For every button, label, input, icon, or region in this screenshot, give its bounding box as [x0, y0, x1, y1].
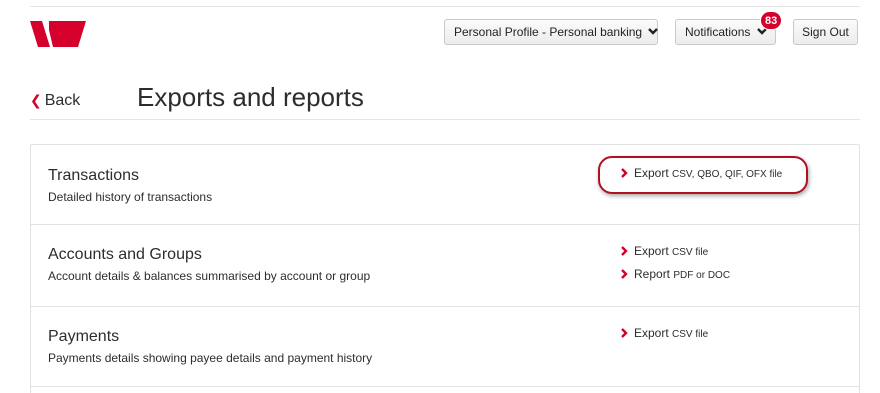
section-title: Transactions	[48, 167, 139, 184]
link-action: Export	[634, 244, 669, 258]
profile-dropdown-button[interactable]: Personal Profile - Personal banking	[444, 19, 659, 45]
link-action: Export	[634, 326, 669, 340]
link-action: Report	[634, 267, 671, 281]
section-title: Payments	[48, 328, 120, 345]
logo-icon	[30, 21, 86, 47]
title-divider	[30, 119, 860, 120]
report-accounts-link[interactable]: Report PDF or DOC	[621, 267, 730, 281]
section-title: Accounts and Groups	[48, 246, 202, 263]
chevron-right-icon	[621, 327, 628, 338]
export-accounts-link[interactable]: Export CSV file	[621, 244, 708, 258]
section-transactions: Transactions Detailed history of transac…	[31, 145, 859, 225]
notifications-label: Notifications	[685, 25, 751, 39]
section-partial	[31, 387, 859, 393]
link-formats: PDF or DOC	[673, 270, 731, 281]
section-accounts-and-groups: Accounts and Groups Account details & ba…	[31, 225, 859, 307]
link-formats: CSV file	[672, 247, 709, 258]
sign-out-button[interactable]: Sign Out	[793, 19, 858, 45]
profile-label: Personal Profile - Personal banking	[454, 25, 643, 39]
chevron-right-icon	[621, 268, 628, 279]
link-formats: CSV file	[672, 329, 709, 340]
section-description: Payments details showing payee details a…	[48, 351, 373, 365]
exports-panel: Transactions Detailed history of transac…	[30, 144, 860, 393]
section-description: Account details & balances summarised by…	[48, 269, 371, 283]
top-divider	[30, 6, 860, 7]
brand-logo[interactable]	[30, 21, 94, 47]
chevron-left-icon: ❮	[30, 92, 42, 108]
section-payments: Payments Payments details showing payee …	[31, 307, 859, 387]
back-link[interactable]: ❮ Back	[30, 92, 80, 110]
page-title: Exports and reports	[137, 82, 364, 112]
highlight-annotation	[598, 156, 808, 194]
export-payments-link[interactable]: Export CSV file	[621, 326, 708, 340]
chevron-down-icon	[648, 28, 659, 36]
section-description: Detailed history of transactions	[48, 190, 213, 204]
notifications-count-badge: 83	[760, 11, 783, 30]
back-label: Back	[44, 92, 81, 109]
chevron-right-icon	[621, 245, 628, 256]
